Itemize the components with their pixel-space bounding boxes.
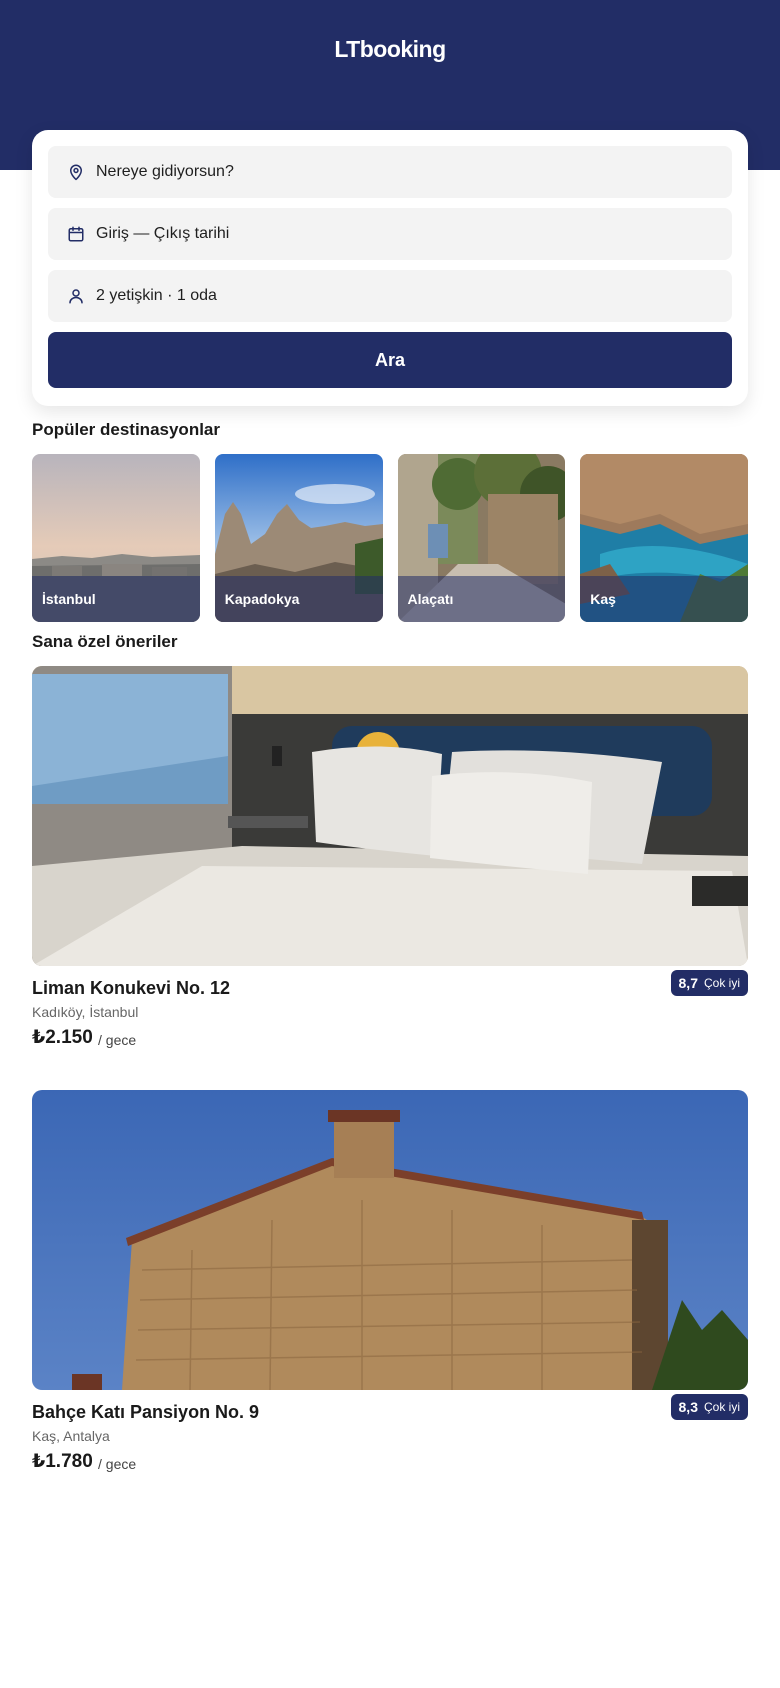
hotel-room-image [32, 666, 748, 966]
search-button[interactable]: Ara [48, 332, 732, 388]
search-card: Nereye gidiyorsun? Giriş — Çıkış tarihi … [32, 130, 748, 406]
destination-label: Alaçatı [407, 591, 454, 607]
destination-card-kapadokya[interactable]: Kapadokya [214, 454, 383, 622]
listing-photo[interactable] [32, 1090, 748, 1390]
listing-price: ₺2.150 [32, 1027, 93, 1048]
listing-location: Kadıköy, İstanbul [32, 1004, 139, 1020]
listing-name[interactable]: Bahçe Katı Pansiyon No. 9 [32, 1402, 259, 1423]
listing-price: ₺1.780 [32, 1451, 93, 1472]
listing-card[interactable]: Bahçe Katı Pansiyon No. 9 Kaş, Antalya ₺… [32, 1090, 748, 1480]
stone-house-image [32, 1090, 748, 1390]
person-icon [66, 286, 86, 306]
destination-label: İstanbul [42, 591, 96, 607]
destination-card-alacati[interactable]: Alaçatı [397, 454, 566, 622]
pin-icon [66, 162, 86, 182]
price-unit: / gece [98, 1456, 137, 1472]
destination-card-kas[interactable]: Kaş [580, 454, 748, 622]
rating-score: 8,3 [678, 1399, 698, 1415]
destination-field[interactable]: Nereye gidiyorsun? [48, 146, 732, 198]
guests-field[interactable]: 2 yetişkin · 1 oda [48, 270, 732, 322]
listing-location: Kaş, Antalya [32, 1428, 110, 1444]
dates-placeholder: Giriş — Çıkış tarihi [96, 225, 230, 242]
destination-label: Kaş [590, 591, 616, 607]
listing-card[interactable]: Liman Konukevi No. 12 Kadıköy, İstanbul … [32, 666, 748, 1056]
rating-badge: 8,7 Çok iyi [670, 970, 748, 996]
destination-label: Kapadokya [224, 591, 300, 607]
listing-photo[interactable] [32, 666, 748, 966]
destination-card-istanbul[interactable]: İstanbul [32, 454, 200, 622]
rating-label: Çok iyi [703, 1400, 740, 1414]
listing-name[interactable]: Liman Konukevi No. 12 [32, 978, 230, 999]
destination-placeholder: Nereye gidiyorsun? [96, 163, 234, 180]
calendar-icon [66, 224, 86, 244]
app-logo[interactable]: LTbooking [0, 36, 780, 63]
dates-field[interactable]: Giriş — Çıkış tarihi [48, 208, 732, 260]
recommendations-title: Sana özel öneriler [32, 632, 178, 651]
rating-label: Çok iyi [703, 976, 740, 990]
rating-score: 8,7 [678, 975, 698, 991]
destinations-title: Popüler destinasyonlar [32, 420, 220, 439]
price-unit: / gece [98, 1032, 137, 1048]
rating-badge: 8,3 Çok iyi [670, 1394, 748, 1420]
destinations-row: İstanbul Kapadokya Alaçatı Kaş [32, 454, 748, 622]
guests-value: 2 yetişkin · 1 oda [96, 287, 217, 304]
